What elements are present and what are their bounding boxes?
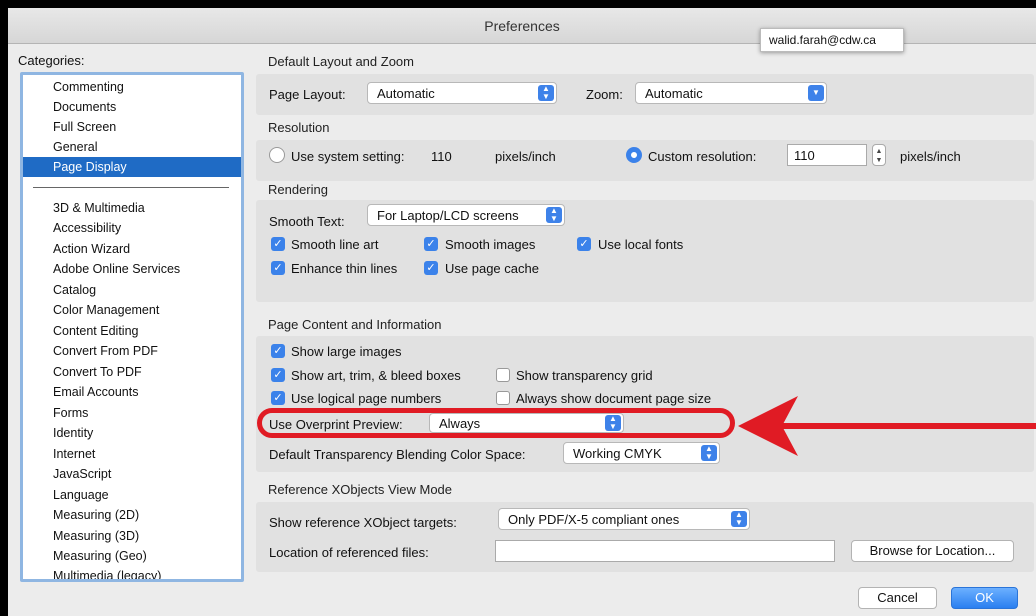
category-item[interactable]: Language [23, 485, 241, 505]
zoom-label: Zoom: [586, 87, 623, 102]
zoom-value: Automatic [645, 86, 703, 101]
page-layout-select[interactable]: Automatic ▲ ▼ [367, 82, 557, 104]
category-item[interactable]: Measuring (Geo) [23, 546, 241, 566]
blending-color-space-select[interactable]: Working CMYK ▲ ▼ [563, 442, 720, 464]
resolution-stepper[interactable]: ▲ ▼ [872, 144, 886, 166]
category-item[interactable]: Identity [23, 423, 241, 443]
always-show-page-size-checkbox[interactable] [496, 391, 510, 405]
system-setting-label: Use system setting: [291, 149, 405, 164]
browse-for-location-button[interactable]: Browse for Location... [851, 540, 1014, 562]
page-layout-value: Automatic [377, 86, 435, 101]
smooth-text-select[interactable]: For Laptop/LCD screens ▲ ▼ [367, 204, 565, 226]
page-layout-label: Page Layout: [269, 87, 346, 102]
user-email-tooltip: walid.farah@cdw.ca [760, 28, 904, 52]
smooth-line-art-checkbox[interactable]: ✓ [271, 237, 285, 251]
red-arrow-annotation [738, 396, 1036, 456]
custom-resolution-label: Custom resolution: [648, 149, 757, 164]
category-item[interactable]: Measuring (3D) [23, 526, 241, 546]
category-item[interactable]: Convert To PDF [23, 362, 241, 382]
categories-label: Categories: [18, 53, 85, 68]
section-heading-page-content: Page Content and Information [268, 317, 442, 332]
xobject-targets-value: Only PDF/X-5 compliant ones [508, 512, 680, 527]
use-local-fonts-label: Use local fonts [598, 237, 684, 252]
category-item[interactable]: Measuring (2D) [23, 505, 241, 525]
cancel-button[interactable]: Cancel [858, 587, 937, 609]
blending-color-space-label: Default Transparency Blending Color Spac… [269, 447, 526, 462]
enhance-thin-lines-label: Enhance thin lines [291, 261, 398, 276]
category-item[interactable]: Email Accounts [23, 382, 241, 402]
category-item[interactable]: Documents [23, 97, 241, 117]
referenced-files-location-input[interactable] [495, 540, 835, 562]
category-item-selected[interactable]: Page Display [23, 157, 241, 177]
blending-color-space-value: Working CMYK [573, 446, 662, 461]
category-item[interactable]: Color Management [23, 300, 241, 320]
enhance-thin-lines-checkbox[interactable]: ✓ [271, 261, 285, 275]
use-local-fonts-checkbox[interactable]: ✓ [577, 237, 591, 251]
system-setting-radio[interactable] [269, 147, 285, 163]
category-item[interactable]: Accessibility [23, 218, 241, 238]
system-setting-value: 110 [431, 149, 452, 164]
category-item[interactable]: Commenting [23, 77, 241, 97]
referenced-files-location-label: Location of referenced files: [269, 545, 429, 560]
updown-chevron-icon: ▲ ▼ [731, 511, 747, 527]
smooth-line-art-label: Smooth line art [291, 237, 379, 252]
chevron-down-icon: ▼ [808, 85, 824, 101]
section-heading-xobjects: Reference XObjects View Mode [268, 482, 453, 497]
category-item[interactable]: Convert From PDF [23, 341, 241, 361]
xobject-targets-select[interactable]: Only PDF/X-5 compliant ones ▲ ▼ [498, 508, 750, 530]
custom-resolution-radio[interactable] [626, 147, 642, 163]
category-item[interactable]: 3D & Multimedia [23, 198, 241, 218]
show-large-images-label: Show large images [291, 344, 402, 359]
xobject-targets-label: Show reference XObject targets: [269, 515, 457, 530]
always-show-page-size-label: Always show document page size [516, 391, 712, 406]
category-item[interactable]: Forms [23, 403, 241, 423]
section-heading-resolution: Resolution [268, 120, 330, 135]
red-highlight-annotation [257, 408, 735, 438]
smooth-text-value: For Laptop/LCD screens [377, 208, 519, 223]
section-heading-rendering: Rendering [268, 182, 328, 197]
show-transparency-grid-label: Show transparency grid [516, 368, 653, 383]
section-heading-layout-zoom: Default Layout and Zoom [268, 54, 414, 69]
updown-chevron-icon: ▲ ▼ [538, 85, 554, 101]
updown-chevron-icon: ▲ ▼ [546, 207, 562, 223]
zoom-select[interactable]: Automatic ▼ [635, 82, 827, 104]
custom-resolution-input[interactable]: 110 [787, 144, 867, 166]
use-logical-page-numbers-checkbox[interactable]: ✓ [271, 391, 285, 405]
category-item[interactable]: Adobe Online Services [23, 259, 241, 279]
updown-chevron-icon: ▲ ▼ [701, 445, 717, 461]
show-large-images-checkbox[interactable]: ✓ [271, 344, 285, 358]
show-art-trim-bleed-label: Show art, trim, & bleed boxes [291, 368, 461, 383]
category-item[interactable]: General [23, 137, 241, 157]
category-item[interactable]: Internet [23, 444, 241, 464]
show-art-trim-bleed-checkbox[interactable]: ✓ [271, 368, 285, 382]
show-transparency-grid-checkbox[interactable] [496, 368, 510, 382]
use-logical-page-numbers-label: Use logical page numbers [291, 391, 442, 406]
use-page-cache-label: Use page cache [445, 261, 539, 276]
use-page-cache-checkbox[interactable]: ✓ [424, 261, 438, 275]
category-divider [33, 187, 229, 188]
category-item[interactable]: JavaScript [23, 464, 241, 484]
smooth-text-label: Smooth Text: [269, 214, 345, 229]
category-item[interactable]: Catalog [23, 280, 241, 300]
categories-list[interactable]: Commenting Documents Full Screen General… [20, 72, 244, 582]
system-setting-unit: pixels/inch [495, 149, 556, 164]
category-item[interactable]: Action Wizard [23, 239, 241, 259]
ok-button[interactable]: OK [951, 587, 1018, 609]
smooth-images-checkbox[interactable]: ✓ [424, 237, 438, 251]
preferences-window: Preferences walid.farah@cdw.ca Categorie… [8, 8, 1036, 616]
smooth-images-label: Smooth images [445, 237, 536, 252]
category-item[interactable]: Content Editing [23, 321, 241, 341]
category-item[interactable]: Multimedia (legacy) [23, 566, 241, 579]
custom-resolution-unit: pixels/inch [900, 149, 961, 164]
category-item[interactable]: Full Screen [23, 117, 241, 137]
